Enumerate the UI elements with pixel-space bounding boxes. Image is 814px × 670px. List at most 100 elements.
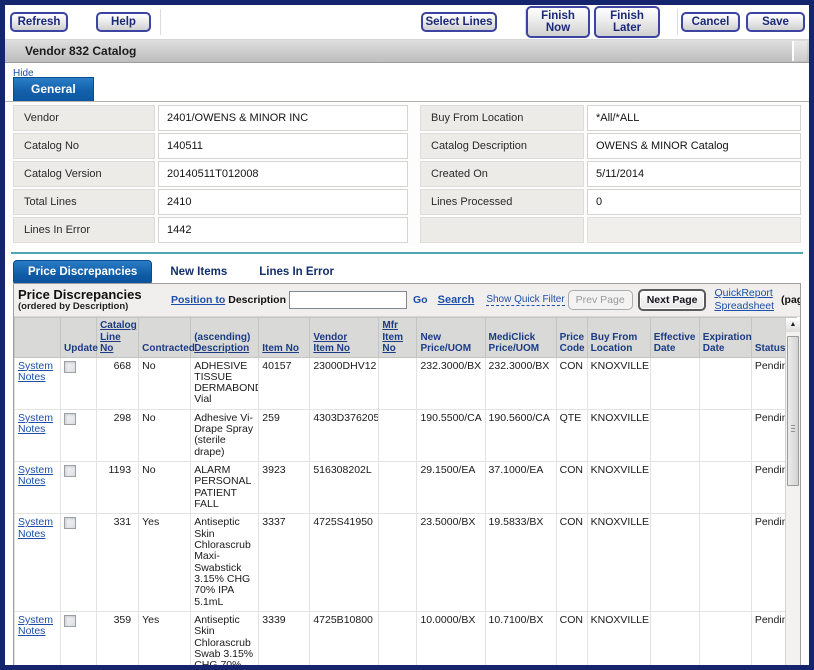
cell-price_code: CON [556,612,587,670]
update-checkbox[interactable] [64,615,76,627]
position-to-input[interactable] [289,291,407,309]
scroll-up-button[interactable]: ▲ [786,318,800,332]
cell-vendor_item_no: 4725B10800 [310,612,379,670]
cell-mediclick_price: 232.3000/BX [485,357,556,409]
title-bar: Vendor 832 Catalog [5,39,809,63]
sort-link-mfr_item_no[interactable]: Mfr [382,320,398,331]
finish-now-button[interactable]: Finish Now [526,6,590,38]
col-header-line_no[interactable]: CatalogLine No [97,318,139,358]
tab-new-items[interactable]: New Items [156,261,241,284]
sort-link-vendor_item_no[interactable]: Item No [313,343,350,354]
cell-description: ADHESIVE TISSUE DERMABOND Vial [191,357,259,409]
cell-contracted: No [139,357,191,409]
tab-lines-in-error[interactable]: Lines In Error [245,261,348,284]
prev-page-button[interactable]: Prev Page [568,290,633,310]
scroll-thumb-grip [791,425,795,433]
system-notes-link[interactable]: System Notes [18,464,53,487]
update-checkbox[interactable] [64,361,76,373]
sort-link-mfr_item_no[interactable]: Item No [382,332,403,355]
select-lines-button[interactable]: Select Lines [421,12,497,32]
cell-expiration_date [699,612,751,670]
field-label: Buy From Location [420,105,584,131]
go-button[interactable]: Go [413,294,428,306]
tab-price-discrepancies[interactable]: Price Discrepancies [13,260,152,285]
spreadsheet-link[interactable]: Spreadsheet [714,300,774,313]
col-header-description[interactable]: (ascending)Description [191,318,259,358]
cell-mfr_item_no [379,462,417,514]
cell-contracted: Yes [139,612,191,670]
update-checkbox[interactable] [64,517,76,529]
table-row: System Notes359YesAntiseptic Skin Chlora… [15,612,797,670]
refresh-button[interactable]: Refresh [10,12,68,32]
form-gap [408,189,420,215]
cell-mediclick_price: 10.7100/BX [485,612,556,670]
system-notes-link[interactable]: System Notes [18,614,53,637]
cell-new_price: 29.1500/EA [417,462,485,514]
toolbar: Refresh Help Select Lines Finish Now Fin… [5,5,809,39]
cell-contracted: No [139,409,191,461]
field-label: Lines Processed [420,189,584,215]
cell-vendor_item_no: 4725S41950 [310,514,379,612]
field-value: 20140511T012008 [158,161,408,187]
cell-update [61,514,97,612]
table-row: System Notes1193NoALARM PERSONAL PATIENT… [15,462,797,514]
cell-item_no: 3923 [259,462,310,514]
cell-price_code: CON [556,514,587,612]
sort-link-line_no[interactable]: Line No [100,332,121,355]
col-header-vendor_item_no[interactable]: VendorItem No [310,318,379,358]
form-gap [408,133,420,159]
sort-link-vendor_item_no[interactable]: Vendor [313,332,347,343]
show-quick-filter-link[interactable]: Show Quick Filter [486,294,564,306]
save-button[interactable]: Save [746,12,805,32]
col-header-effective_date: EffectiveDate [650,318,699,358]
col-header-item_no[interactable]: Item No [259,318,310,358]
cell-new_price: 10.0000/BX [417,612,485,670]
cell-price_code: CON [556,357,587,409]
report-links: QuickReport Spreadsheet [714,287,774,313]
page-title: Vendor 832 Catalog [5,44,136,58]
field-value: 1442 [158,217,408,243]
cell-vendor_item_no: 516308202L [310,462,379,514]
cell-item_no: 259 [259,409,310,461]
quick-report-link[interactable]: QuickReport [714,287,774,300]
scroll-thumb[interactable] [787,336,799,486]
next-page-button[interactable]: Next Page [638,289,707,311]
sort-link-description[interactable]: Description [194,343,249,354]
cancel-button[interactable]: Cancel [681,12,740,32]
col-header-update: Update [61,318,97,358]
field-value: 0 [587,189,801,215]
cell-update [61,462,97,514]
tab-general[interactable]: General [13,77,94,101]
position-to-link[interactable]: Position to [171,294,225,306]
cell-expiration_date [699,357,751,409]
field-value: OWENS & MINOR Catalog [587,133,801,159]
cell-effective_date [650,462,699,514]
system-notes-link[interactable]: System Notes [18,360,53,383]
cell-line_no: 359 [97,612,139,670]
cell-expiration_date [699,462,751,514]
cell-mediclick_price: 190.5600/CA [485,409,556,461]
update-checkbox[interactable] [64,465,76,477]
system-notes-link[interactable]: System Notes [18,412,53,435]
field-label: Catalog No [13,133,155,159]
cell-vendor_item_no: 23000DHV12 [310,357,379,409]
cell-expiration_date [699,409,751,461]
cell-new_price: 23.5000/BX [417,514,485,612]
col-header-notes [15,318,61,358]
system-notes-link[interactable]: System Notes [18,516,53,539]
search-link[interactable]: Search [438,294,475,306]
title-bar-end-cap [792,41,807,61]
sort-link-item_no[interactable]: Item No [262,343,299,354]
finish-later-button[interactable]: Finish Later [594,6,660,38]
col-header-mfr_item_no[interactable]: MfrItem No [379,318,417,358]
col-header-expiration_date: ExpirationDate [699,318,751,358]
form-gap [408,161,420,187]
help-button[interactable]: Help [96,12,151,32]
cell-effective_date [650,357,699,409]
field-label: Lines In Error [13,217,155,243]
cell-line_no: 668 [97,357,139,409]
update-checkbox[interactable] [64,413,76,425]
cell-effective_date [650,409,699,461]
sort-link-line_no[interactable]: Catalog [100,320,137,331]
price-discrepancies-panel: Price Discrepancies (ordered by Descript… [13,283,801,670]
